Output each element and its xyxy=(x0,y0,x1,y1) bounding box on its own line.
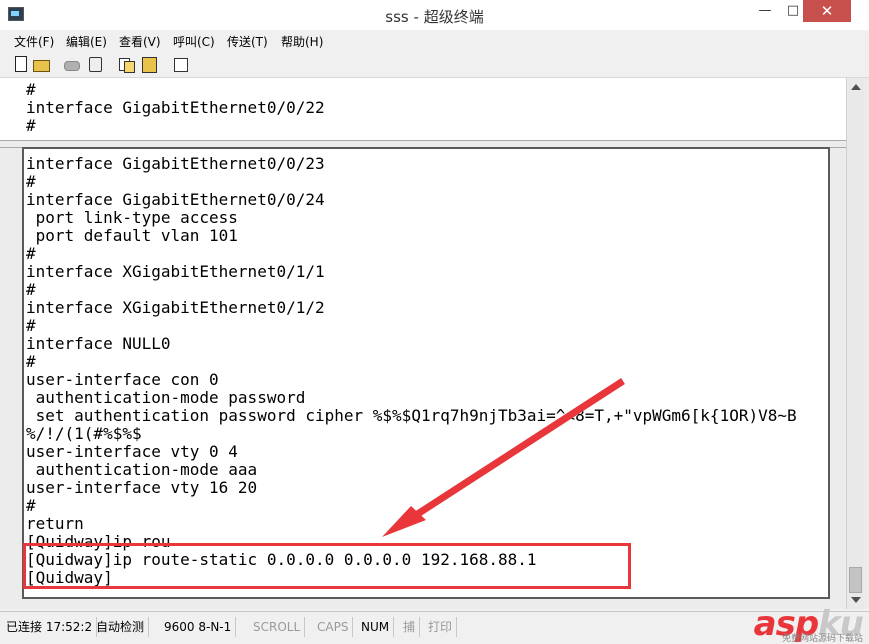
status-port-settings: 9600 8-N-1 xyxy=(160,617,237,637)
status-capture: 捕 xyxy=(399,617,421,637)
watermark-tagline: 免费网站源码下载站 xyxy=(781,634,863,644)
status-connection: 已连接 17:52:2 xyxy=(2,617,98,637)
arrow-shaft xyxy=(414,378,625,518)
status-num: NUM xyxy=(357,617,395,637)
status-caps: CAPS xyxy=(313,617,354,637)
status-detect: 自动检测 xyxy=(92,617,150,637)
status-bar: 已连接 17:52:2 自动检测 9600 8-N-1 SCROLL CAPS … xyxy=(0,607,869,644)
status-print: 打印 xyxy=(424,617,458,637)
annotation-arrow-icon xyxy=(382,378,625,537)
status-scroll: SCROLL xyxy=(249,617,306,637)
